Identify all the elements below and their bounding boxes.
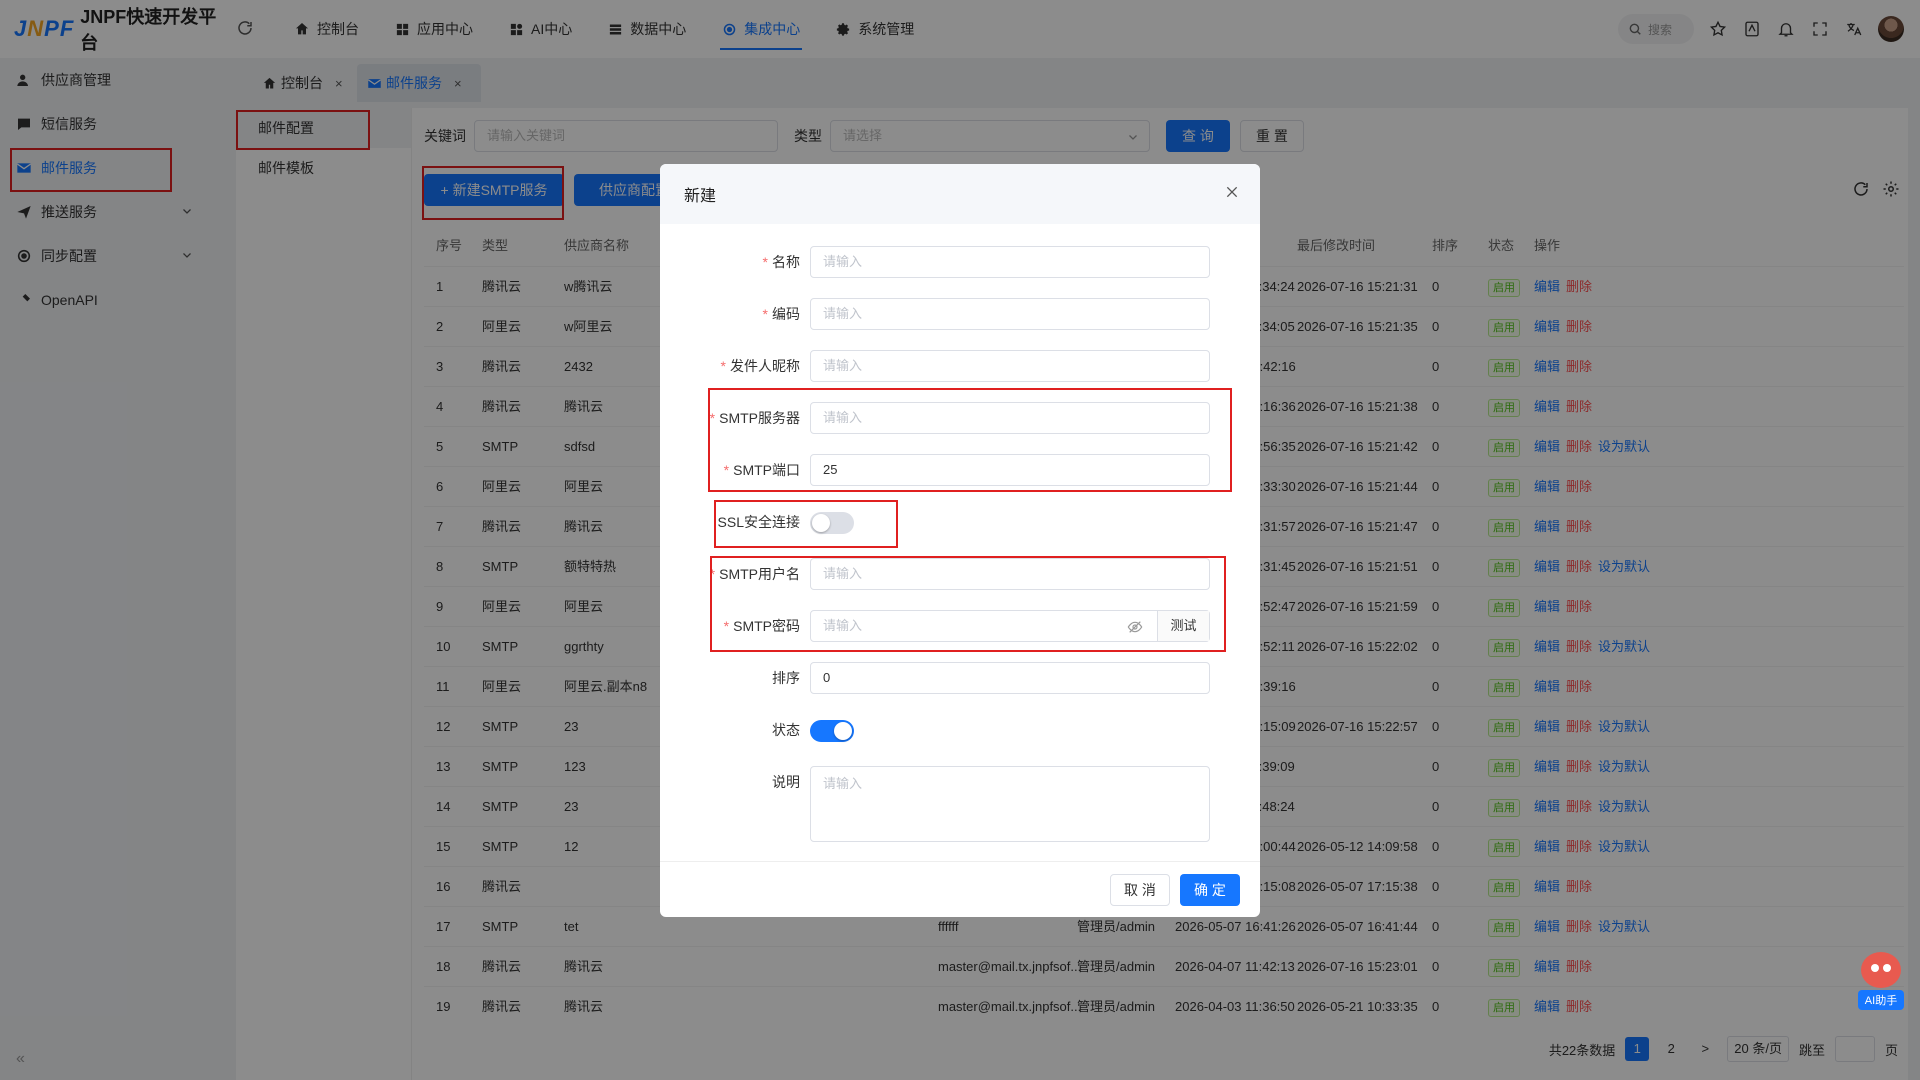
ai-assistant-icon [1861,952,1901,988]
form-row-name: * 名称 请输入 [660,244,1260,280]
form-row-sort: 排序 0 [660,660,1260,696]
smtp-password-field[interactable]: 请输入 测试 [810,610,1210,642]
ssl-toggle[interactable] [810,512,854,534]
sort-label: 排序 [772,670,800,686]
sender-label: * 发件人昵称 [720,358,800,374]
code-label: * 编码 [762,306,800,322]
smtp-password-placeholder: 请输入 [823,618,863,633]
new-smtp-dialog: 新建 * 名称 请输入 * 编码 请输入 * 发件人昵称 请输入 * SMTP服务器 请… [660,164,1260,917]
form-row-description: 说明 请输入 [660,764,1260,844]
form-row-smtp-user: * SMTP用户名 请输入 [660,556,1260,592]
confirm-button[interactable]: 确 定 [1180,874,1240,906]
dialog-footer: 取 消 确 定 [660,861,1260,917]
name-label: * 名称 [762,254,800,270]
form-row-smtp-server: * SMTP服务器 请输入 [660,400,1260,436]
form-row-sender: * 发件人昵称 请输入 [660,348,1260,384]
ssl-label: SSL安全连接 [717,514,800,530]
smtp-test-button[interactable]: 测试 [1157,611,1209,641]
smtp-server-input[interactable]: 请输入 [810,402,1210,434]
code-input[interactable]: 请输入 [810,298,1210,330]
description-label: 说明 [772,774,800,790]
form-row-code: * 编码 请输入 [660,296,1260,332]
smtp-port-input[interactable]: 25 [810,454,1210,486]
description-textarea[interactable]: 请输入 [810,766,1210,842]
toggle-knob [812,514,830,532]
eye-off-icon[interactable] [1127,619,1143,635]
cancel-button[interactable]: 取 消 [1110,874,1170,906]
form-row-status: 状态 [660,712,1260,748]
dialog-title: 新建 [684,188,717,205]
ai-assistant[interactable]: AI助手 [1858,952,1904,1010]
toggle-knob [834,722,852,740]
sender-input[interactable]: 请输入 [810,350,1210,382]
form-row-smtp-password: * SMTP密码 请输入 测试 [660,608,1260,644]
name-input[interactable]: 请输入 [810,246,1210,278]
status-toggle[interactable] [810,720,854,742]
smtp-password-label: * SMTP密码 [723,618,800,634]
dialog-header: 新建 [660,164,1260,224]
smtp-server-label: * SMTP服务器 [709,410,800,426]
form-row-ssl: SSL安全连接 [660,504,1260,540]
close-icon[interactable] [1224,184,1240,200]
smtp-user-input[interactable]: 请输入 [810,558,1210,590]
smtp-port-label: * SMTP端口 [723,462,800,478]
status-label: 状态 [772,722,800,738]
form-row-smtp-port: * SMTP端口 25 [660,452,1260,488]
smtp-user-label: * SMTP用户名 [709,566,800,582]
ai-assistant-label: AI助手 [1858,990,1904,1010]
sort-input[interactable]: 0 [810,662,1210,694]
